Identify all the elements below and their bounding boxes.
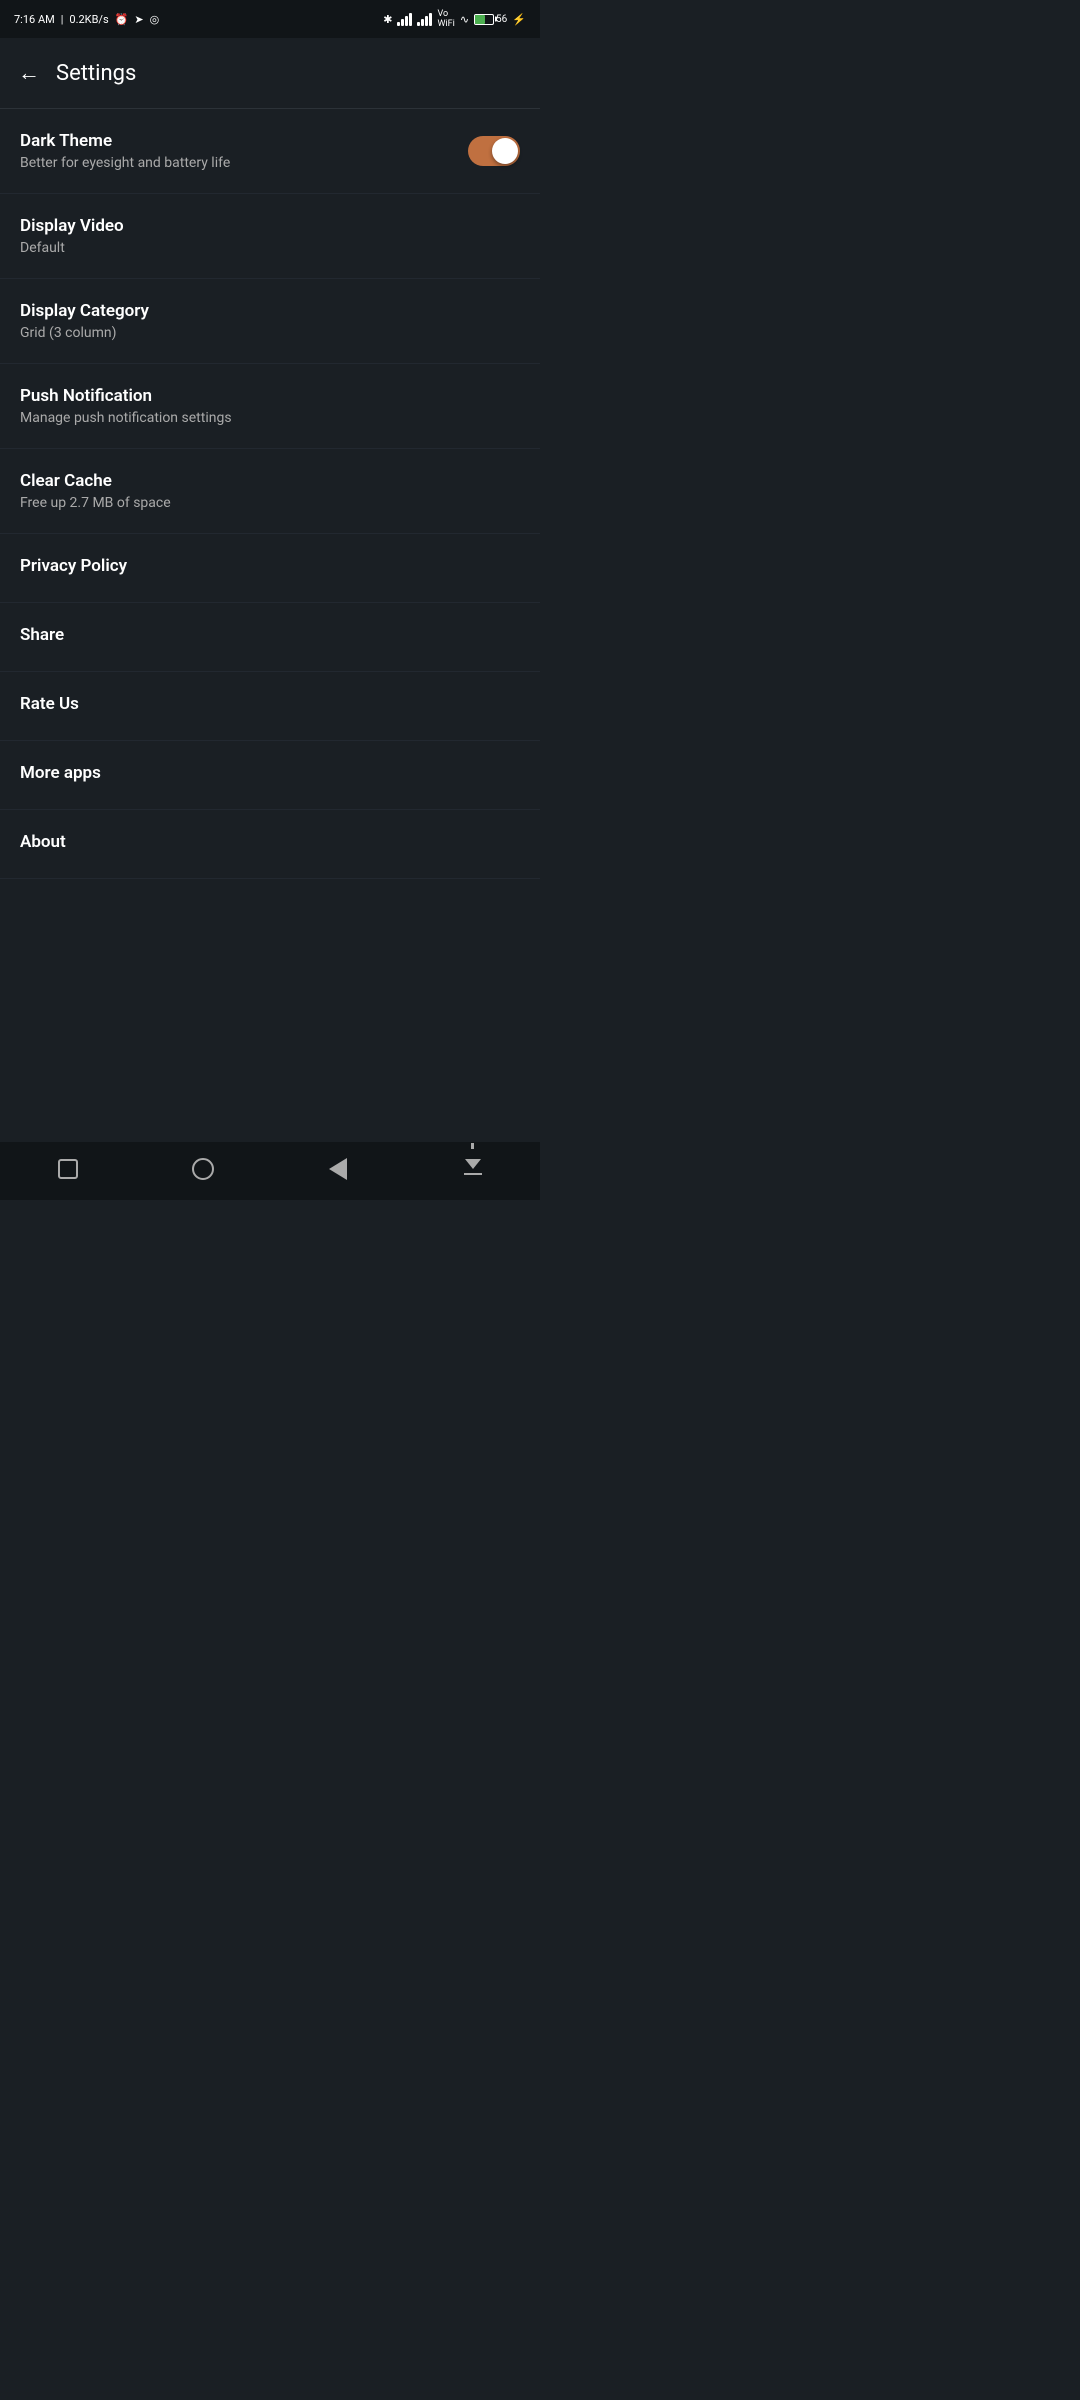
settings-text-clear-cache: Clear Cache Free up 2.7 MB of space bbox=[20, 471, 520, 511]
settings-title-privacy-policy: Privacy Policy bbox=[20, 556, 520, 576]
status-left: 7:16 AM | 0.2KB/s ⏰ ➤ ◎ bbox=[14, 13, 159, 26]
bluetooth-icon: ✱ bbox=[383, 13, 392, 26]
nav-bar bbox=[0, 1142, 540, 1200]
settings-text-about: About bbox=[20, 832, 520, 856]
home-button[interactable] bbox=[181, 1147, 225, 1191]
signal-bars-2 bbox=[417, 12, 432, 26]
battery-icon: 56 bbox=[474, 14, 507, 25]
settings-title-push-notification: Push Notification bbox=[20, 386, 520, 406]
settings-text-share: Share bbox=[20, 625, 520, 649]
settings-text-display-video: Display Video Default bbox=[20, 216, 520, 256]
download-button[interactable] bbox=[451, 1147, 495, 1191]
settings-item-display-category[interactable]: Display Category Grid (3 column) bbox=[0, 279, 540, 364]
settings-title-more-apps: More apps bbox=[20, 763, 520, 783]
back-button[interactable]: ← bbox=[18, 60, 40, 86]
toggle-track-dark-theme bbox=[468, 136, 520, 166]
vowifi-icon: VoWiFi bbox=[437, 9, 454, 29]
settings-text-more-apps: More apps bbox=[20, 763, 520, 787]
settings-subtitle-dark-theme: Better for eyesight and battery life bbox=[20, 155, 468, 171]
settings-subtitle-clear-cache: Free up 2.7 MB of space bbox=[20, 495, 520, 511]
data-speed: 0.2KB/s bbox=[69, 13, 108, 26]
status-bar: 7:16 AM | 0.2KB/s ⏰ ➤ ◎ ✱ VoWiFi ∿ bbox=[0, 0, 540, 38]
wifi-icon: ∿ bbox=[460, 13, 469, 26]
settings-item-privacy-policy[interactable]: Privacy Policy bbox=[0, 534, 540, 603]
settings-title-clear-cache: Clear Cache bbox=[20, 471, 520, 491]
settings-text-display-category: Display Category Grid (3 column) bbox=[20, 301, 520, 341]
settings-text-privacy-policy: Privacy Policy bbox=[20, 556, 520, 580]
time: 7:16 AM bbox=[14, 13, 55, 26]
settings-title-share: Share bbox=[20, 625, 520, 645]
settings-subtitle-push-notification: Manage push notification settings bbox=[20, 410, 520, 426]
charging-icon: ⚡ bbox=[512, 13, 526, 26]
settings-subtitle-display-video: Default bbox=[20, 240, 520, 256]
alarm-icon: ⏰ bbox=[115, 13, 129, 26]
header: ← Settings bbox=[0, 38, 540, 108]
back-nav-button[interactable] bbox=[316, 1147, 360, 1191]
settings-item-push-notification[interactable]: Push Notification Manage push notificatio… bbox=[0, 364, 540, 449]
separator: | bbox=[61, 13, 64, 26]
settings-text-dark-theme: Dark Theme Better for eyesight and batter… bbox=[20, 131, 468, 171]
settings-title-rate-us: Rate Us bbox=[20, 694, 520, 714]
settings-list: Dark Theme Better for eyesight and batter… bbox=[0, 109, 540, 879]
settings-subtitle-display-category: Grid (3 column) bbox=[20, 325, 520, 341]
settings-item-display-video[interactable]: Display Video Default bbox=[0, 194, 540, 279]
settings-text-push-notification: Push Notification Manage push notificatio… bbox=[20, 386, 520, 426]
settings-title-display-category: Display Category bbox=[20, 301, 520, 321]
settings-title-display-video: Display Video bbox=[20, 216, 520, 236]
settings-text-rate-us: Rate Us bbox=[20, 694, 520, 718]
settings-item-dark-theme[interactable]: Dark Theme Better for eyesight and batter… bbox=[0, 109, 540, 194]
location-icon: ➤ bbox=[134, 13, 143, 26]
settings-item-share[interactable]: Share bbox=[0, 603, 540, 672]
settings-title-about: About bbox=[20, 832, 520, 852]
recents-button[interactable] bbox=[46, 1147, 90, 1191]
settings-item-about[interactable]: About bbox=[0, 810, 540, 879]
settings-title-dark-theme: Dark Theme bbox=[20, 131, 468, 151]
settings-item-more-apps[interactable]: More apps bbox=[0, 741, 540, 810]
settings-item-rate-us[interactable]: Rate Us bbox=[0, 672, 540, 741]
settings-item-clear-cache[interactable]: Clear Cache Free up 2.7 MB of space bbox=[0, 449, 540, 534]
toggle-dark-theme[interactable] bbox=[468, 136, 520, 166]
page-title: Settings bbox=[56, 61, 136, 86]
sim-icon: ◎ bbox=[150, 13, 160, 26]
status-right: ✱ VoWiFi ∿ 56 ⚡ bbox=[383, 9, 526, 29]
battery-percent: 56 bbox=[496, 14, 507, 25]
signal-bars-1 bbox=[397, 12, 412, 26]
toggle-thumb-dark-theme bbox=[492, 138, 518, 164]
